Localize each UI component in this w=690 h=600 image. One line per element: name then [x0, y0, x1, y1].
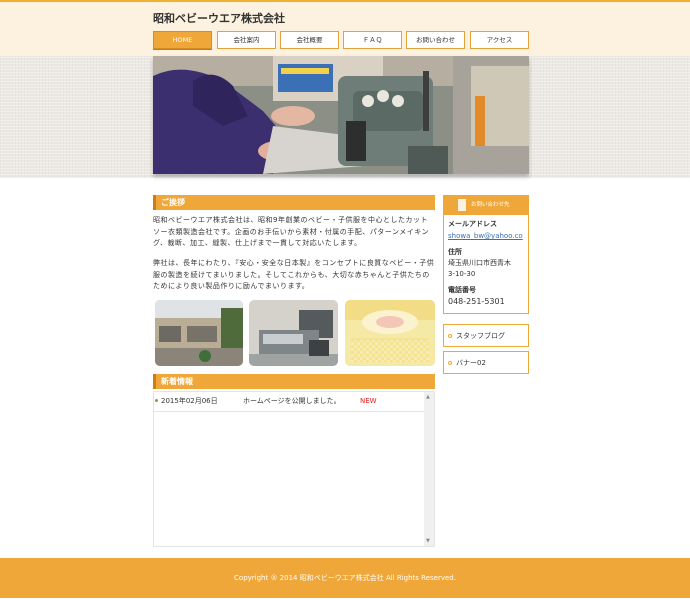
bullet-icon [448, 334, 452, 338]
banner-02-label[interactable]: バナー02 [456, 358, 486, 368]
staff-blog-banner[interactable]: スタッフブログ [443, 324, 529, 347]
baby-clothes-photo [345, 300, 435, 366]
news-text[interactable]: ホームページを公開しました。 [243, 392, 341, 411]
nav-company-guide[interactable]: 会社案内 [217, 31, 276, 49]
news-heading: 新着情報 [153, 374, 435, 389]
site-title[interactable]: 昭和ベビーウエア株式会社 [153, 10, 285, 26]
greeting-paragraph-2: 弊社は、長年にわたり、『安心・安全な日本製』をコンセプトに良質なベビー・子供服の… [153, 259, 435, 290]
address-line-2: 3-10-30 [448, 270, 476, 278]
news-scrollbar[interactable]: ▲ ▼ [424, 392, 434, 546]
scroll-up-icon[interactable]: ▲ [426, 394, 430, 400]
cutting-machine-photo [249, 300, 338, 366]
email-link[interactable]: showa_bw@yahoo.co [448, 231, 528, 241]
nav-contact[interactable]: お問い合わせ [406, 31, 465, 49]
factory-exterior-photo [155, 300, 243, 366]
bullet-icon [155, 399, 158, 402]
footer: Copyright ® 2014 昭和ベビーウエア株式会社 All Rights… [0, 558, 690, 598]
building-icon [458, 199, 466, 211]
copyright-text: Copyright ® 2014 昭和ベビーウエア株式会社 All Rights… [234, 574, 456, 582]
banner-02[interactable]: バナー02 [443, 351, 529, 374]
nav-company-overview[interactable]: 会社概要 [280, 31, 339, 49]
nav-faq[interactable]: ＦＡＱ [343, 31, 402, 49]
greeting-heading: ご挨拶 [153, 195, 435, 210]
contact-box: メールアドレス showa_bw@yahoo.co 住所 埼玉県川口市西青木 3… [443, 215, 529, 314]
news-date: 2015年02月06日 [161, 397, 218, 405]
news-item: 2015年02月06日 ホームページを公開しました。 NEW [154, 392, 424, 412]
phone-label: 電話番号 [448, 286, 476, 294]
contact-heading: お問い合わせ先 [443, 195, 529, 215]
news-list[interactable]: 2015年02月06日 ホームページを公開しました。 NEW ▲ ▼ [153, 391, 435, 547]
bullet-icon [448, 361, 452, 365]
staff-blog-label[interactable]: スタッフブログ [456, 331, 505, 341]
contact-heading-label: お問い合わせ先 [471, 202, 510, 208]
scroll-down-icon[interactable]: ▼ [426, 538, 430, 544]
phone-number: 048-251-5301 [448, 297, 505, 306]
address-label: 住所 [448, 248, 462, 256]
nav-home[interactable]: HOME [153, 31, 212, 49]
sewing-photo [153, 56, 529, 174]
address-line-1: 埼玉県川口市西青木 [448, 259, 511, 267]
greeting-paragraph-1: 昭和ベビーウエア株式会社は、昭和9年創業のベビー・子供服を中心としたカットソー衣… [153, 216, 430, 247]
nav-access[interactable]: アクセス [470, 31, 529, 49]
new-badge: NEW [360, 397, 377, 405]
hero-image [153, 56, 529, 174]
email-label: メールアドレス [448, 220, 497, 228]
